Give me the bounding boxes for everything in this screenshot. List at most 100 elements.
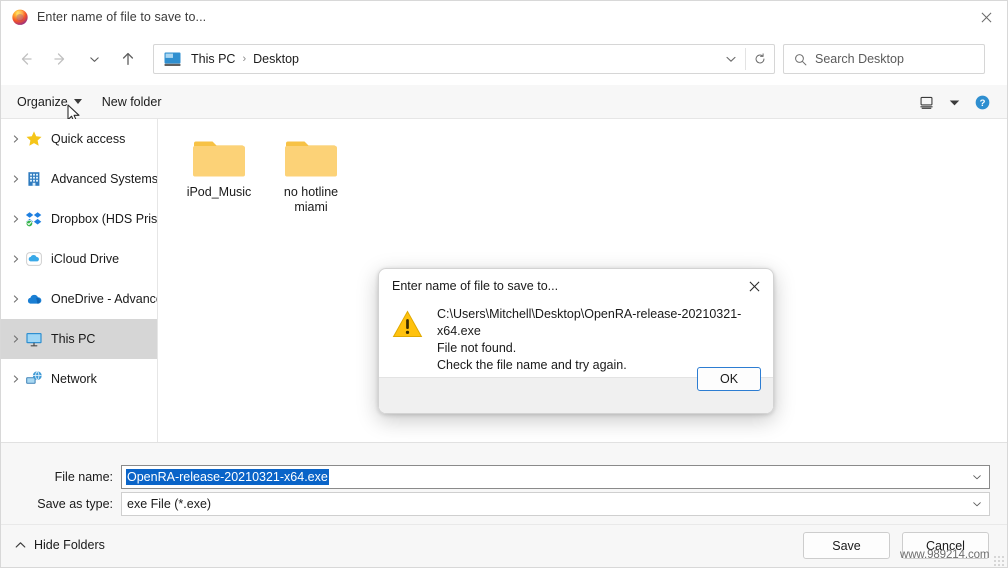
sidebar-item-label: Advanced Systems [ [51,172,158,186]
sidebar-item-label: Network [51,372,97,386]
view-dropdown-button[interactable] [941,89,967,115]
chevron-right-icon[interactable] [7,330,25,348]
chevron-down-icon [726,56,736,62]
address-bar[interactable]: This PC › Desktop [153,44,775,74]
search-placeholder: Search Desktop [815,52,904,66]
savetype-value: exe File (*.exe) [127,497,212,511]
organize-label: Organize [17,94,68,109]
window-title: Enter name of file to save to... [37,10,207,24]
refresh-icon [755,53,765,64]
chevron-right-icon[interactable] [7,290,25,308]
star-icon [25,130,43,148]
back-button[interactable] [9,43,43,75]
savetype-row: Save as type: exe File (*.exe) [1,491,1007,517]
chevron-up-icon [15,541,26,549]
building-icon [25,170,43,188]
chevron-down-icon [89,56,99,62]
error-dialog: Enter name of file to save to... C:\User… [378,268,774,414]
arrow-up-icon [122,52,134,66]
command-bar: Organize New folder ? [1,85,1007,119]
dropbox-icon [25,210,43,228]
error-message-line-2: File not found. [437,341,517,355]
watermark-dots-icon [993,553,1005,566]
error-message-line-1: C:\Users\Mitchell\Desktop\OpenRA-release… [437,307,742,338]
sidebar-item-dropbox[interactable]: Dropbox (HDS Prism [1,199,157,239]
filename-row: File name: OpenRA-release-20210321-x64.e… [1,464,1007,490]
help-icon: ? [975,95,989,109]
title-bar: Enter name of file to save to... [1,1,1007,33]
icloud-icon [25,250,43,268]
chevron-right-icon[interactable] [7,370,25,388]
navigation-pane: Quick access Advanced Systems [Dropbox … [1,119,158,442]
folder-icon [192,135,246,179]
savetype-label: Save as type: [37,497,113,511]
command-bar-right: ? [913,85,1007,119]
view-layout-icon [919,96,933,109]
close-icon [749,281,759,291]
filename-value[interactable]: OpenRA-release-20210321-x64.exe [126,469,329,485]
chevron-down-icon [973,475,981,480]
save-button[interactable]: Save [803,532,890,559]
sidebar-item-onedrive[interactable]: OneDrive - Advance [1,279,157,319]
up-button[interactable] [111,43,145,75]
sidebar-item-quick-access[interactable]: Quick access [1,119,157,159]
sidebar-item-advanced-systems[interactable]: Advanced Systems [ [1,159,157,199]
error-dialog-title: Enter name of file to save to... [392,279,559,293]
folder-icon [284,135,338,179]
chevron-right-icon[interactable] [7,250,25,268]
breadcrumb-separator: › [242,53,247,65]
navigation-bar: This PC › Desktop Search Desktop [1,33,1007,85]
monitor-icon [25,330,43,348]
breadcrumb-desktop[interactable]: Desktop [251,52,301,66]
folder-label: iPod_Music [186,185,252,199]
close-icon [981,12,991,22]
new-folder-label: New folder [101,94,162,109]
chevron-right-icon[interactable] [7,210,25,228]
sidebar-item-label: This PC [51,332,96,346]
sidebar-item-icloud-drive[interactable]: iCloud Drive [1,239,157,279]
breadcrumb-this-pc[interactable]: This PC [189,52,237,66]
chevron-right-icon[interactable] [7,170,25,188]
sidebar-item-this-pc[interactable]: This PC [1,319,157,359]
search-icon [794,53,807,66]
ok-button[interactable]: OK [697,367,761,391]
this-pc-icon [164,52,181,67]
error-dialog-title-bar: Enter name of file to save to... [379,269,773,303]
savetype-dropdown-button[interactable] [972,493,982,515]
window-close-button[interactable] [963,1,1007,33]
search-input[interactable]: Search Desktop [783,44,985,74]
sidebar-item-label: Dropbox (HDS Prism [51,212,158,226]
view-layout-button[interactable] [913,89,939,115]
sidebar-item-network[interactable]: Network [1,359,157,399]
save-form: File name: OpenRA-release-20210321-x64.e… [1,442,1007,524]
filename-dropdown-button[interactable] [972,466,982,488]
hide-folders-label: Hide Folders [34,538,105,552]
new-folder-button[interactable]: New folder [92,89,172,115]
organize-button[interactable]: Organize [7,89,92,115]
hide-folders-button[interactable]: Hide Folders [15,538,105,552]
help-button[interactable]: ? [969,89,995,115]
svg-text:?: ? [979,98,985,109]
folder-label: no hotline miami [283,185,339,214]
chevron-down-icon [73,99,82,104]
network-icon [25,370,43,388]
chevron-right-icon[interactable] [7,130,25,148]
warning-triangle-icon [392,309,423,340]
error-dialog-close-button[interactable] [733,269,773,303]
folder-item[interactable]: no hotline miami [265,129,357,215]
address-dropdown-button[interactable] [717,45,745,73]
onedrive-icon [25,290,43,308]
firefox-icon [11,8,29,26]
sidebar-item-label: iCloud Drive [51,252,120,266]
forward-button[interactable] [43,43,77,75]
filename-label: File name: [54,470,113,484]
filename-input[interactable]: OpenRA-release-20210321-x64.exe [121,465,990,489]
savetype-select[interactable]: exe File (*.exe) [121,492,990,516]
chevron-down-icon [973,502,981,507]
refresh-button[interactable] [746,45,774,73]
arrow-right-icon [54,53,65,65]
recent-locations-button[interactable] [77,43,111,75]
arrow-left-icon [21,53,32,65]
folder-item[interactable]: iPod_Music [173,129,265,215]
sidebar-item-label: OneDrive - Advance [51,292,158,306]
